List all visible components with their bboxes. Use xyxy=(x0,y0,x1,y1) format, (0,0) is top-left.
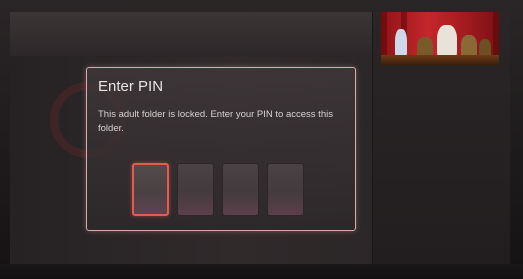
pin-digit-1[interactable] xyxy=(132,163,169,216)
character-figure xyxy=(437,25,457,59)
movie-thumbnail[interactable] xyxy=(381,12,499,65)
tv-scene: Enter PIN This adult folder is locked. E… xyxy=(0,0,523,279)
dialog-title: Enter PIN xyxy=(98,78,164,95)
stage-floor xyxy=(381,55,499,65)
pin-entry-row xyxy=(132,163,304,218)
preview-panel xyxy=(372,12,510,264)
enter-pin-dialog: Enter PIN This adult folder is locked. E… xyxy=(86,67,356,231)
header-band xyxy=(10,12,380,56)
tv-bezel-bottom xyxy=(0,264,523,279)
pin-digit-3[interactable] xyxy=(222,163,259,216)
tv-screen: Enter PIN This adult folder is locked. E… xyxy=(10,12,510,264)
pin-digit-4[interactable] xyxy=(267,163,304,216)
dialog-message: This adult folder is locked. Enter your … xyxy=(98,109,333,134)
pin-digit-2[interactable] xyxy=(177,163,214,216)
